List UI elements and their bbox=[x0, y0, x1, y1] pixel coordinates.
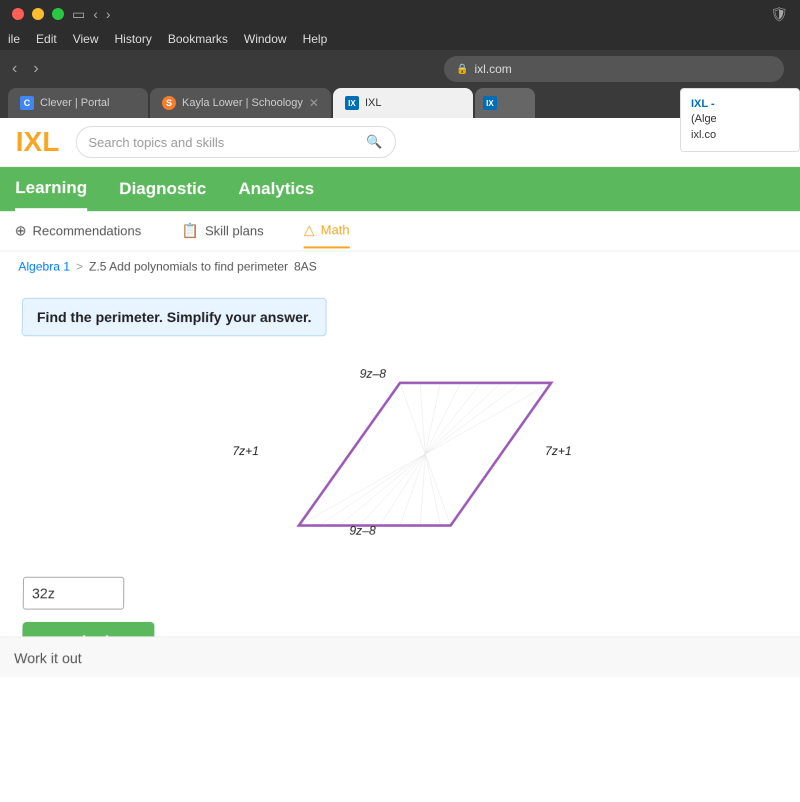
sub-nav-skill-plans-label: Skill plans bbox=[205, 223, 264, 238]
tab-schoology[interactable]: S Kayla Lower | Schoology ✕ bbox=[150, 88, 331, 118]
address-bar[interactable]: 🔒 ixl.com bbox=[444, 56, 784, 82]
traffic-light-green[interactable] bbox=[52, 8, 64, 20]
work-it-out[interactable]: Work it out bbox=[0, 636, 800, 677]
menu-file[interactable]: ile bbox=[8, 32, 20, 46]
breadcrumb: Algebra 1 > Z.5 Add polynomials to find … bbox=[0, 251, 800, 281]
parallelogram-svg bbox=[218, 352, 583, 556]
answer-input[interactable] bbox=[23, 577, 125, 610]
sidebar-toggle-icon[interactable]: ▭ bbox=[72, 6, 85, 23]
clever-favicon: C bbox=[20, 96, 34, 110]
sub-nav: ⊕ Recommendations 📋 Skill plans △ Math bbox=[0, 211, 800, 251]
address-bar-row: ‹ › 🔒 ixl.com bbox=[8, 56, 792, 82]
ixl-favicon: IX bbox=[345, 96, 359, 110]
schoology-favicon: S bbox=[162, 96, 176, 110]
address-text: ixl.com bbox=[474, 62, 511, 76]
lock-icon: 🔒 bbox=[456, 64, 468, 75]
sub-nav-math-label: Math bbox=[321, 222, 350, 237]
side-label-top: 9z–8 bbox=[360, 367, 386, 381]
back-icon[interactable]: ‹ bbox=[93, 6, 98, 22]
math-icon: △ bbox=[304, 221, 315, 238]
tab-ixl[interactable]: IX IXL bbox=[333, 88, 473, 118]
ixl-logo-xl: XL bbox=[23, 126, 59, 157]
sub-nav-math[interactable]: △ Math bbox=[304, 213, 350, 248]
ixl-popup-subtitle: (Alge bbox=[691, 112, 789, 127]
nav-analytics[interactable]: Analytics bbox=[238, 169, 314, 209]
breadcrumb-parent[interactable]: Algebra 1 bbox=[18, 259, 70, 273]
nav-diagnostic[interactable]: Diagnostic bbox=[119, 169, 206, 209]
browser-chrome: ‹ › 🔒 ixl.com C Clever | Portal S Kayla … bbox=[0, 50, 800, 118]
nav-learning[interactable]: Learning bbox=[15, 168, 87, 211]
sub-nav-skill-plans[interactable]: 📋 Skill plans bbox=[181, 214, 263, 247]
menu-history[interactable]: History bbox=[115, 32, 152, 46]
breadcrumb-code: 8AS bbox=[294, 259, 317, 273]
side-label-left: 7z+1 bbox=[232, 444, 259, 458]
content-area: Find the perimeter. Simplify your answer… bbox=[0, 282, 800, 678]
ixl-popup-url: ixl.co bbox=[691, 128, 789, 143]
menu-view[interactable]: View bbox=[73, 32, 99, 46]
back-button[interactable]: ‹ bbox=[8, 58, 21, 80]
traffic-light-yellow[interactable] bbox=[32, 8, 44, 20]
search-placeholder: Search topics and skills bbox=[88, 134, 224, 149]
tab-schoology-close[interactable]: ✕ bbox=[309, 96, 319, 110]
tab-clever-label: Clever | Portal bbox=[40, 97, 110, 109]
tab-ixl-label: IXL bbox=[365, 97, 382, 109]
ixl-popup-title: IXL - bbox=[691, 97, 789, 112]
side-label-right: 7z+1 bbox=[545, 444, 572, 458]
ixl-logo[interactable]: IXL bbox=[16, 126, 60, 158]
ixl-popup: IXL - (Alge ixl.co bbox=[680, 88, 800, 152]
menu-edit[interactable]: Edit bbox=[36, 32, 57, 46]
traffic-light-red[interactable] bbox=[12, 8, 24, 20]
os-bar: ▭ ‹ › 🛡 bbox=[0, 0, 800, 28]
search-bar[interactable]: Search topics and skills 🔍 bbox=[75, 126, 395, 158]
menu-bookmarks[interactable]: Bookmarks bbox=[168, 32, 228, 46]
browser-content-inner: IXL Search topics and skills 🔍 Learning … bbox=[0, 118, 800, 678]
breadcrumb-current: Z.5 Add polynomials to find perimeter bbox=[89, 259, 288, 273]
shield-icon: 🛡 bbox=[770, 6, 788, 23]
sub-nav-recommendations[interactable]: ⊕ Recommendations bbox=[15, 214, 142, 247]
recommendations-icon: ⊕ bbox=[15, 222, 27, 239]
work-it-out-label: Work it out bbox=[14, 649, 82, 665]
breadcrumb-separator: > bbox=[76, 259, 83, 273]
side-label-bottom: 9z–8 bbox=[349, 523, 375, 537]
tab-partial[interactable]: IX bbox=[475, 88, 535, 118]
sub-nav-recommendations-label: Recommendations bbox=[32, 223, 141, 238]
nav-bar: Learning Diagnostic Analytics bbox=[0, 167, 800, 211]
forward-button[interactable]: › bbox=[29, 58, 42, 80]
tabs-row: C Clever | Portal S Kayla Lower | School… bbox=[8, 88, 792, 118]
search-icon[interactable]: 🔍 bbox=[366, 134, 382, 150]
tab-schoology-label: Kayla Lower | Schoology bbox=[182, 97, 303, 109]
menu-help[interactable]: Help bbox=[303, 32, 328, 46]
skill-plans-icon: 📋 bbox=[181, 222, 199, 239]
question-prompt: Find the perimeter. Simplify your answer… bbox=[22, 298, 327, 336]
forward-icon[interactable]: › bbox=[106, 6, 111, 22]
ixl-partial-favicon: IX bbox=[483, 96, 497, 110]
menu-bar: ile Edit View History Bookmarks Window H… bbox=[0, 28, 800, 50]
menu-window[interactable]: Window bbox=[244, 32, 287, 46]
browser-content: IXL Search topics and skills 🔍 Learning … bbox=[0, 118, 800, 802]
parallelogram-figure: 9z–8 7z+1 7z+1 9z–8 bbox=[218, 352, 583, 556]
tab-clever[interactable]: C Clever | Portal bbox=[8, 88, 148, 118]
